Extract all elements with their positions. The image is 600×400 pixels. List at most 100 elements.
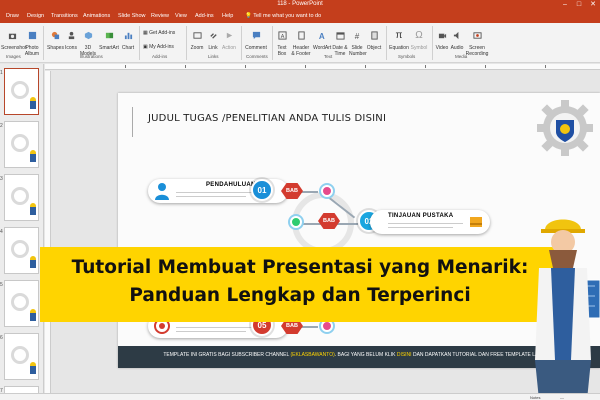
text-box-button[interactable]: A Text Box xyxy=(275,25,289,57)
text-line xyxy=(388,223,463,224)
cube-icon xyxy=(84,31,92,39)
smartart-icon xyxy=(105,32,113,38)
slide-thumbnail[interactable] xyxy=(4,68,39,115)
banner-title-line1: Tutorial Membuat Presentasi yang Menarik… xyxy=(71,257,529,278)
wordart-button[interactable]: A WordArt xyxy=(313,25,331,52)
slide-number: 4 xyxy=(0,229,3,235)
shapes-button[interactable]: Shapes xyxy=(47,25,64,52)
ribbon-separator xyxy=(432,26,433,60)
ruler-tick xyxy=(125,65,126,68)
slide-thumbnail[interactable] xyxy=(4,227,39,274)
get-add-ins-button[interactable]: ▦ Get Add-ins xyxy=(143,25,181,36)
audio-button[interactable]: Audio xyxy=(450,25,464,52)
wordart-icon: A xyxy=(318,32,324,40)
vertical-ruler xyxy=(45,71,51,400)
svg-text:A: A xyxy=(318,32,324,40)
slide-number: 2 xyxy=(0,123,3,129)
comment-button[interactable]: Comment xyxy=(244,25,268,52)
screen-recording-label: Screen Recording xyxy=(465,45,489,57)
hash-icon: # xyxy=(354,32,359,40)
gear-icon xyxy=(11,81,29,99)
chart-button[interactable]: Chart xyxy=(121,25,135,52)
maximize-button[interactable]: □ xyxy=(572,0,586,10)
tab-view[interactable]: View xyxy=(175,13,187,19)
object-label: Object xyxy=(366,45,382,52)
photo-album-button[interactable]: Photo Album xyxy=(24,25,40,57)
close-button[interactable]: ✕ xyxy=(586,0,600,10)
link-button[interactable]: Link xyxy=(206,25,220,52)
equation-button[interactable]: π Equation xyxy=(389,25,409,52)
symbol-button[interactable]: Ω Symbol xyxy=(410,25,428,52)
worker-icon xyxy=(29,150,37,162)
worker-icon xyxy=(29,203,37,215)
tab-animations[interactable]: Animations xyxy=(83,13,110,19)
object-button[interactable]: Object xyxy=(366,25,382,52)
slide-number: 3 xyxy=(0,176,3,182)
photo-album-icon xyxy=(28,31,36,39)
zoom-level[interactable]: — xyxy=(560,395,564,400)
screenshot-button[interactable]: Screenshot xyxy=(1,25,27,52)
ribbon-separator xyxy=(386,26,387,60)
worker-icon xyxy=(29,362,37,374)
shapes-label: Shapes xyxy=(47,45,64,52)
banner-title-line2: Panduan Lengkap dan Terperinci xyxy=(129,285,471,306)
textbox-icon: A xyxy=(277,31,287,40)
ruler-tick xyxy=(545,65,546,68)
my-add-ins-button[interactable]: ▣ My Add-ins xyxy=(143,39,181,50)
svg-text:#: # xyxy=(354,32,359,40)
tab-design[interactable]: Design xyxy=(27,13,44,19)
tab-review[interactable]: Review xyxy=(151,13,169,19)
header-footer-icon xyxy=(297,31,305,40)
tell-me-search[interactable]: 💡 Tell me what you want to do xyxy=(245,13,321,19)
tab-draw[interactable]: Draw xyxy=(6,13,19,19)
notes-button[interactable]: Notes xyxy=(530,395,540,400)
chart-icon xyxy=(124,32,132,39)
worker-icon xyxy=(29,97,37,109)
slide-thumbnail[interactable] xyxy=(4,121,39,168)
smartart-button[interactable]: SmartArt xyxy=(98,25,120,52)
video-button[interactable]: Video xyxy=(435,25,449,52)
group-add-ins: Add-ins xyxy=(152,54,168,59)
slide-thumbnail[interactable] xyxy=(4,333,39,380)
title-banner: Tutorial Membuat Presentasi yang Menarik… xyxy=(40,247,560,322)
screen-recording-button[interactable]: Screen Recording xyxy=(465,25,489,57)
tab-transitions[interactable]: Transitions xyxy=(51,13,78,19)
date-time-label: Date & Time xyxy=(332,45,348,57)
worker-icon xyxy=(29,309,37,321)
worker-icon xyxy=(29,256,37,268)
list-item-tinjauan-pustaka[interactable]: TINJAUAN PUSTAKA xyxy=(370,210,490,234)
icons-label: Icons xyxy=(65,45,77,52)
disini-link[interactable]: DISINI xyxy=(397,352,412,358)
group-text: Text xyxy=(324,54,333,59)
record-icon xyxy=(472,31,482,39)
3d-models-button[interactable]: 3D Models xyxy=(79,25,97,57)
slide-thumbnail-panel[interactable]: 1 2 3 4 5 6 7 xyxy=(0,64,44,400)
date-time-button[interactable]: Date & Time xyxy=(332,25,348,57)
object-icon xyxy=(370,31,378,40)
tab-add-ins[interactable]: Add-ins xyxy=(195,13,214,19)
ruler-tick xyxy=(245,65,246,68)
slide-thumbnail[interactable] xyxy=(4,174,39,221)
screenshot-label: Screenshot xyxy=(1,45,27,52)
tab-help[interactable]: Help xyxy=(222,13,233,19)
group-images: Images xyxy=(6,54,21,59)
camera-icon xyxy=(8,33,16,39)
slide-number-button[interactable]: # Slide Number xyxy=(349,25,367,57)
tab-slide-show[interactable]: Slide Show xyxy=(118,13,146,19)
horizontal-ruler xyxy=(45,64,600,70)
header-footer-label: Header & Footer xyxy=(291,45,311,57)
ruler-tick xyxy=(365,65,366,68)
zoom-button[interactable]: Zoom xyxy=(189,25,205,52)
wordart-label: WordArt xyxy=(313,45,332,52)
action-button[interactable]: Action xyxy=(221,25,237,52)
tell-me-text: Tell me what you want to do xyxy=(253,13,322,19)
slide-thumbnail[interactable] xyxy=(4,280,39,327)
slide-number-label: Slide Number xyxy=(349,45,367,57)
video-icon xyxy=(438,33,446,38)
channel-link[interactable]: (EKLASBAWANTO) xyxy=(290,352,334,358)
minimize-button[interactable]: – xyxy=(558,0,572,10)
header-footer-button[interactable]: Header & Footer xyxy=(290,25,312,57)
item-label: PENDAHULUAN xyxy=(206,182,256,188)
footer-part: TEMPLATE INI GRATIS BAGI SUBSCRIBER CHAN… xyxy=(163,352,290,358)
icons-button[interactable]: Icons xyxy=(64,25,78,52)
